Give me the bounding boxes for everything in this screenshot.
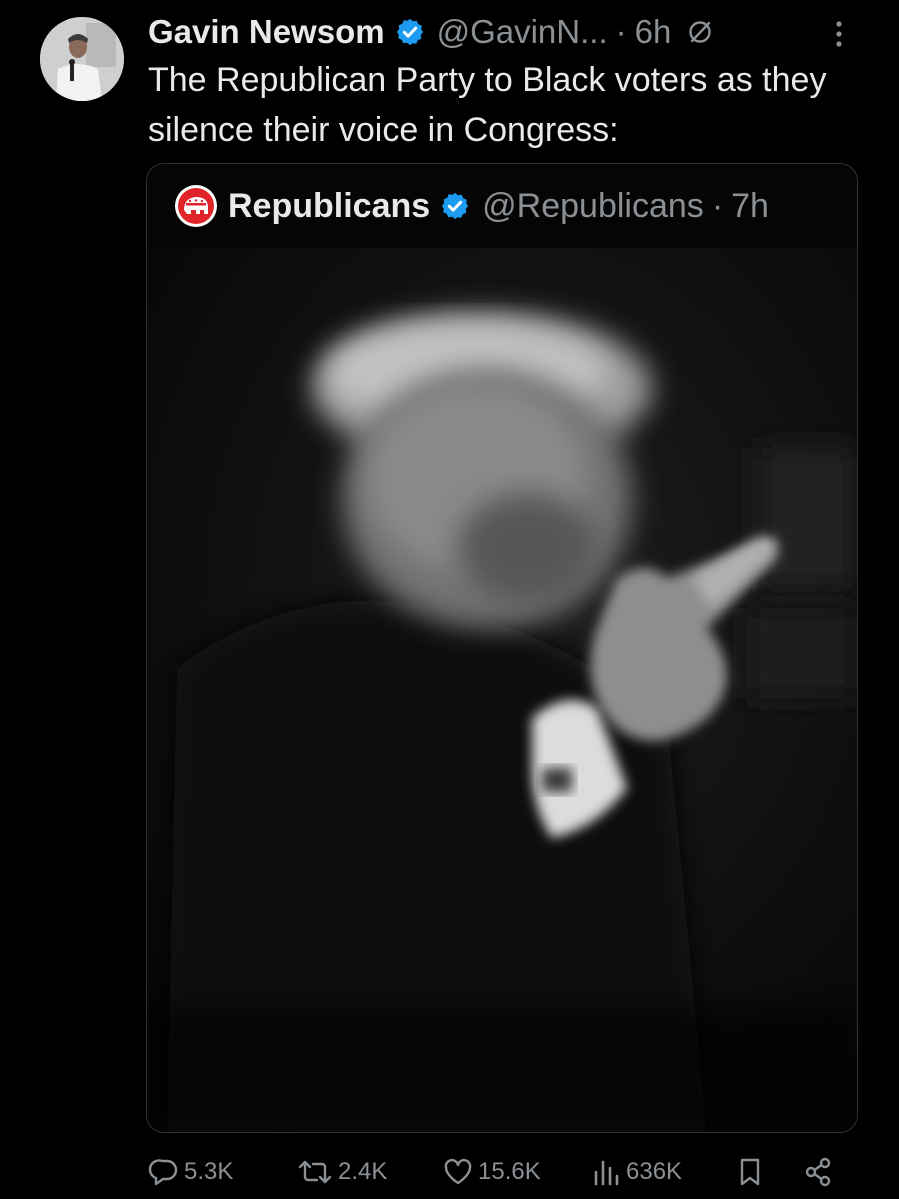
repost-count: 2.4K bbox=[338, 1158, 388, 1185]
separator-dot: · bbox=[615, 13, 627, 50]
restricted-replies-icon bbox=[689, 21, 712, 43]
author-avatar[interactable] bbox=[40, 17, 124, 101]
repost-icon bbox=[298, 1160, 332, 1184]
bookmark-icon bbox=[740, 1158, 760, 1186]
like-count: 15.6K bbox=[478, 1158, 541, 1185]
quoted-tweet-time[interactable]: 7h bbox=[731, 187, 769, 226]
tweet-text: The Republican Party to Black voters as … bbox=[148, 61, 827, 149]
tweet-time[interactable]: 6h bbox=[635, 13, 672, 51]
quoted-tweet-header: Republicans @Republicans · 7h bbox=[147, 164, 857, 248]
reply-count: 5.3K bbox=[184, 1158, 234, 1185]
gop-elephant-logo[interactable] bbox=[174, 184, 218, 228]
share-button[interactable] bbox=[802, 1150, 838, 1194]
reply-icon bbox=[148, 1159, 178, 1186]
separator-dot: · bbox=[711, 186, 724, 225]
author-handle[interactable]: @GavinN... bbox=[437, 13, 608, 51]
share-icon bbox=[805, 1157, 831, 1187]
quoted-tweet-card[interactable]: Republicans @Republicans · 7h bbox=[146, 163, 858, 1133]
verified-badge-icon bbox=[442, 192, 469, 220]
views-count: 636K bbox=[626, 1158, 683, 1185]
verified-badge-icon bbox=[396, 18, 423, 46]
heart-icon bbox=[444, 1158, 472, 1185]
views-button[interactable]: 636K bbox=[592, 1150, 682, 1194]
views-bar-chart-icon bbox=[594, 1160, 619, 1186]
bookmark-button[interactable] bbox=[736, 1150, 768, 1194]
reply-button[interactable]: 5.3K bbox=[148, 1150, 233, 1194]
action-bar: 5.3K 2.4K 15.6K 636K bbox=[148, 1150, 838, 1194]
tweet-header: Gavin Newsom @GavinN... · 6h bbox=[148, 8, 868, 56]
repost-button[interactable]: 2.4K bbox=[296, 1150, 387, 1194]
quoted-author-handle[interactable]: @Republicans bbox=[482, 187, 704, 226]
quoted-media-photo[interactable] bbox=[147, 248, 857, 1132]
quoted-author-name[interactable]: Republicans bbox=[228, 187, 430, 226]
like-button[interactable]: 15.6K bbox=[442, 1150, 541, 1194]
author-name[interactable]: Gavin Newsom bbox=[148, 13, 385, 51]
avatar-photo bbox=[40, 17, 124, 101]
more-vertical-icon[interactable] bbox=[829, 18, 849, 50]
